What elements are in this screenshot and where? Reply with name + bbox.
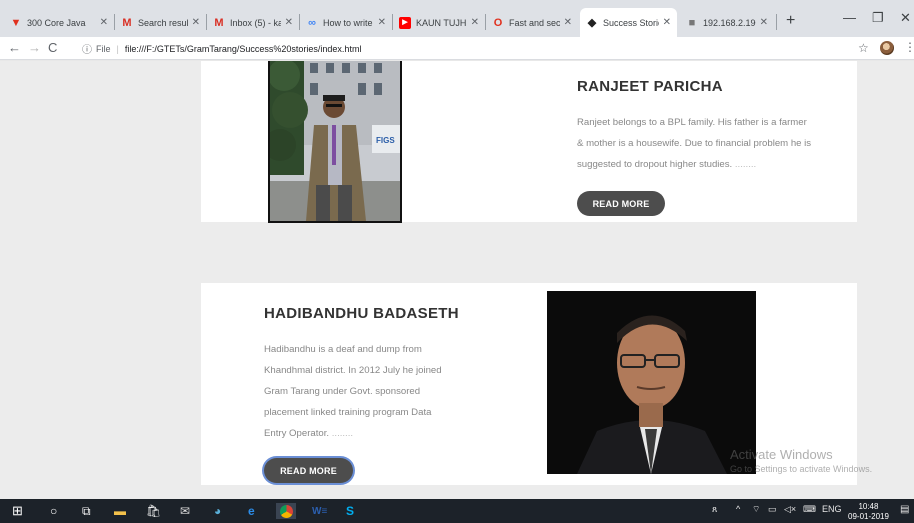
restore-button[interactable]: ❐ <box>872 10 884 26</box>
back-button[interactable]: ← <box>8 40 21 55</box>
store-icon[interactable]: 🛍 <box>146 503 161 519</box>
clock-time: 10:48 <box>858 502 879 511</box>
story-name: RANJEET PARICHA <box>577 78 723 95</box>
windows-taskbar: ⊞ ○ ⧉ ▬ 🛍 ✉ ◕ e W≡ S ጸ ^ ⌔ ▭ ◁× ⌨ ENG 10… <box>0 499 914 523</box>
search-icon[interactable]: ○ <box>50 503 57 519</box>
tab-label: 300 Core Java <box>27 17 86 28</box>
tab-label: How to write a <box>323 17 374 28</box>
story-name: HADIBANDHU BADASETH <box>264 305 459 322</box>
opera-icon: O <box>493 16 503 29</box>
tab-router[interactable]: ■ 192.168.2.190 ✕ <box>680 8 774 37</box>
ellipsis: ........ <box>734 159 757 170</box>
watermark-title: Activate Windows <box>730 447 833 462</box>
ellipsis: ........ <box>331 428 354 439</box>
browser-tab-strip: ▼ 300 Core Java ✕ M Search results ✕ M I… <box>0 0 914 37</box>
language-indicator[interactable]: ENG <box>822 504 842 514</box>
tab-how-to-write[interactable]: ∞ How to write a ✕ <box>300 8 392 37</box>
word-icon[interactable]: W≡ <box>312 503 327 519</box>
profile-avatar[interactable] <box>880 41 894 55</box>
chrome-icon[interactable] <box>276 503 296 519</box>
people-icon[interactable]: ጸ <box>712 504 717 515</box>
tab-label: 192.168.2.190 <box>703 17 756 28</box>
svg-text:FIGS: FIGS <box>376 136 395 145</box>
tab-label: Inbox (5) - kan <box>230 17 281 28</box>
notifications-icon[interactable]: ▤ <box>900 504 909 515</box>
menu-kebab-icon[interactable]: ⋮ <box>904 40 914 54</box>
show-hidden-icons-chevron-icon[interactable]: ^ <box>736 504 740 514</box>
file-explorer-icon[interactable]: ▬ <box>114 503 126 519</box>
tab-close-icon[interactable]: ✕ <box>760 17 768 28</box>
volume-icon[interactable]: ◁× <box>784 504 796 515</box>
bookmark-star-icon[interactable]: ☆ <box>858 41 869 55</box>
description-line: & mother is a housewife. Due to financia… <box>577 138 812 149</box>
url-divider: | <box>116 43 119 54</box>
new-tab-button[interactable]: + <box>786 12 795 30</box>
watermark-subtitle: Go to Settings to activate Windows. <box>730 464 873 474</box>
tab-kaun-tujhe[interactable]: ▶ KAUN TUJHE ✕ <box>393 8 485 37</box>
tab-fast-and-secure[interactable]: O Fast and secur ✕ <box>486 8 578 37</box>
tab-label: Success Storie <box>603 17 659 28</box>
description-line: Gram Tarang under Govt. sponsored <box>264 386 421 397</box>
page-viewport: FIGS RANJEET PARICHA Ranjeet belongs to … <box>0 61 914 499</box>
browser-toolbar: ← → C ⓘ File | file:///F:/GTETs/GramTara… <box>0 37 914 60</box>
keyboard-icon[interactable]: ⌨ <box>803 504 816 515</box>
description-line: Khandhmal district. In 2012 July he join… <box>264 365 442 376</box>
network-icon[interactable]: ⌔ <box>752 504 760 515</box>
site-info-icon[interactable]: ⓘ <box>82 41 92 56</box>
infinity-icon: ∞ <box>308 16 316 29</box>
read-more-button[interactable]: READ MORE <box>577 191 665 216</box>
tab-label: Search results <box>138 17 188 28</box>
hadibandhu-photo-image <box>547 291 756 474</box>
story-description: Hadibandhu is a deaf and dump from Khand… <box>264 339 514 444</box>
mail-icon[interactable]: ✉ <box>180 503 190 519</box>
url-text[interactable]: file:///F:/GTETs/GramTarang/Success%20st… <box>125 44 362 54</box>
description-line: placement linked training program Data <box>264 407 432 418</box>
tab-search-results[interactable]: M Search results ✕ <box>115 8 206 37</box>
tab-core-java[interactable]: ▼ 300 Core Java ✕ <box>4 8 114 37</box>
tab-close-icon[interactable]: ✕ <box>378 17 386 28</box>
tab-close-icon[interactable]: ✕ <box>663 17 671 28</box>
tab-inbox[interactable]: M Inbox (5) - kan ✕ <box>207 8 299 37</box>
clock-date: 09-01-2019 <box>848 512 889 521</box>
forward-button[interactable]: → <box>28 40 41 55</box>
story-description: Ranjeet belongs to a BPL family. His fat… <box>577 112 847 175</box>
gmail-icon: M <box>214 16 224 29</box>
description-line: suggested to dropout higher studies. ...… <box>577 159 757 170</box>
skype-icon[interactable]: S <box>346 503 354 519</box>
tab-close-icon[interactable]: ✕ <box>192 17 200 28</box>
youtube-icon: ▶ <box>399 16 411 29</box>
address-bar[interactable]: ⓘ File | file:///F:/GTETs/GramTarang/Suc… <box>82 40 842 57</box>
system-clock[interactable]: 10:48 09-01-2019 <box>848 502 889 522</box>
reload-button[interactable]: C <box>48 40 57 55</box>
tab-label: Fast and secur <box>509 17 560 28</box>
edge-icon[interactable]: e <box>248 503 255 519</box>
tab-success-stories[interactable]: ◆ Success Storie ✕ <box>580 8 677 37</box>
tab-close-icon[interactable]: ✕ <box>100 17 108 28</box>
read-more-button[interactable]: READ MORE <box>264 458 353 483</box>
minimize-button[interactable]: — <box>843 10 856 25</box>
ranjeet-photo-image: FIGS <box>270 61 400 221</box>
description-line: Hadibandhu is a deaf and dump from <box>264 344 422 355</box>
tab-close-icon[interactable]: ✕ <box>564 17 572 28</box>
gmail-icon: M <box>122 16 132 29</box>
page-favicon-icon: ◆ <box>587 16 597 29</box>
tab-label: KAUN TUJHE <box>416 17 467 28</box>
close-window-button[interactable]: ✕ <box>900 10 911 26</box>
url-scheme: File <box>96 43 111 54</box>
router-icon: ■ <box>688 16 696 29</box>
story-card-1: FIGS RANJEET PARICHA Ranjeet belongs to … <box>201 61 857 223</box>
story-photo-ranjeet: FIGS <box>268 61 402 223</box>
battery-icon[interactable]: ▭ <box>768 504 777 515</box>
tab-close-icon[interactable]: ✕ <box>285 17 293 28</box>
vivaldi-icon: ▼ <box>10 16 22 29</box>
task-view-icon[interactable]: ⧉ <box>82 503 91 519</box>
description-line: Entry Operator. ........ <box>264 428 354 439</box>
app-icon[interactable]: ◕ <box>214 503 221 519</box>
activate-windows-watermark: Activate Windows Go to Settings to activ… <box>730 447 872 474</box>
windows-start-icon[interactable]: ⊞ <box>12 503 23 519</box>
story-photo-hadibandhu <box>547 291 756 474</box>
tab-close-icon[interactable]: ✕ <box>471 17 479 28</box>
description-line: Ranjeet belongs to a BPL family. His fat… <box>577 117 807 128</box>
